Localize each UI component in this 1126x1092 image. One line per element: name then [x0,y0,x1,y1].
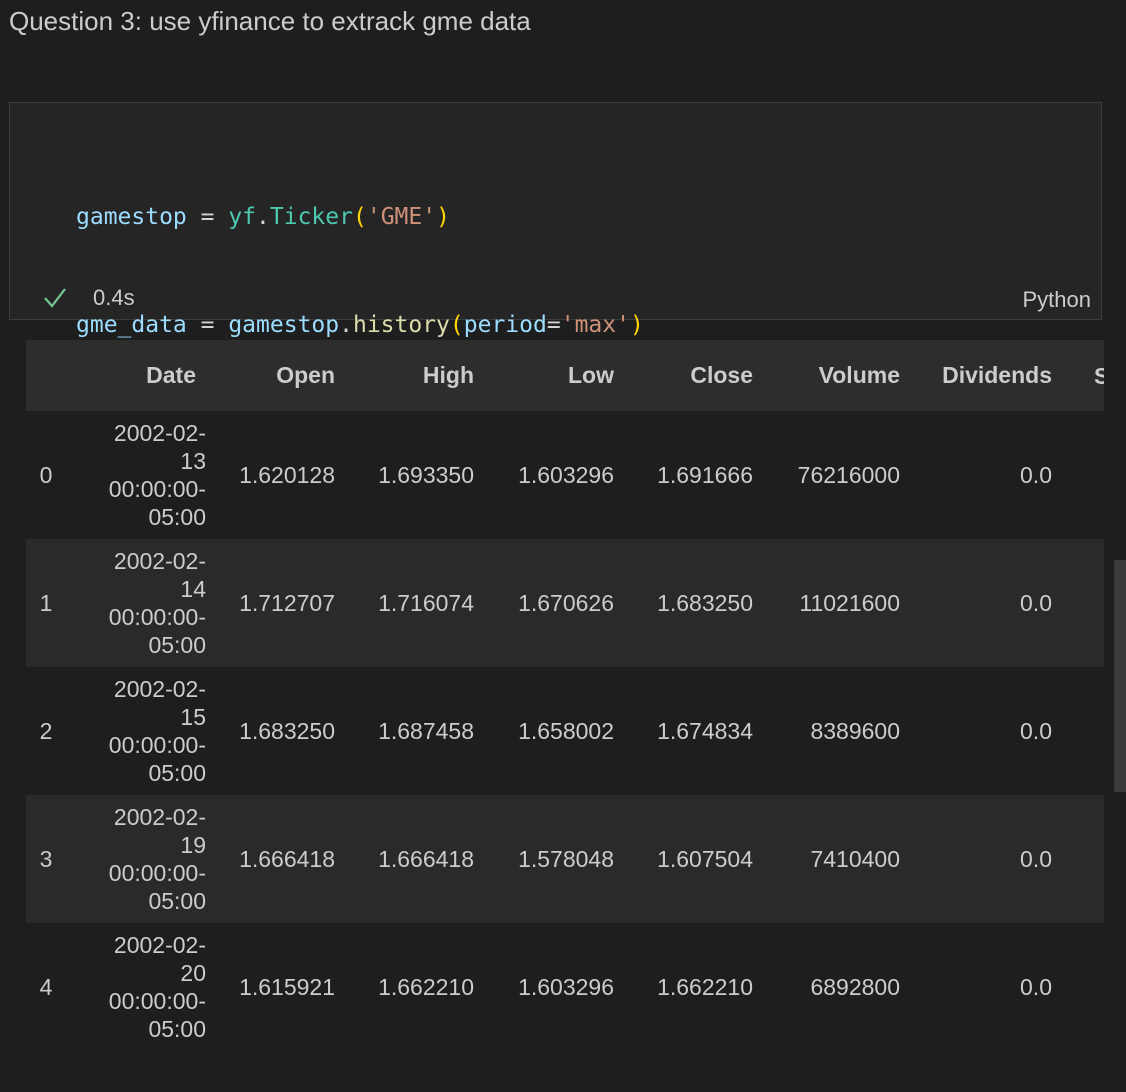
cell-low: 1.670626 [518,589,614,616]
table-row: 2 2002-02- 15 00:00:00- 05:00 1.683250 1… [26,667,1104,795]
markdown-heading: Question 3: use yfinance to extrack gme … [9,6,531,36]
row-index: 1 [39,589,53,616]
code-token: = [186,204,229,230]
code-token: history [352,312,450,338]
cell-date: 2002-02- 14 00:00:00- 05:00 [108,548,206,658]
check-icon [44,288,66,308]
cell-low: 1.603296 [518,461,614,488]
cell-volume: 6892800 [810,973,900,1000]
cell-open: 1.620128 [239,461,335,488]
cell-stock-splits [1062,667,1104,795]
cell-close: 1.607504 [657,845,753,872]
code-token: = [186,312,229,338]
code-token: gamestop [76,204,187,230]
cell-high: 1.666418 [378,845,474,872]
output-scrollbar[interactable] [1114,560,1126,792]
cell-open: 1.683250 [239,717,335,744]
cell-open: 1.712707 [239,589,335,616]
code-token: . [256,204,270,230]
cell-close: 1.691666 [657,461,753,488]
cell-volume: 7410400 [810,845,900,872]
code-line-1: gamestop = yf.Ticker('GME') [76,199,644,235]
dataframe-table: Date Open High Low Close Volume Dividend… [26,340,1104,1051]
code-token: Ticker [269,204,353,230]
cell-stock-splits [1062,539,1104,667]
column-header-date: Date [146,362,196,388]
cell-low: 1.658002 [518,717,614,744]
cell-volume: 76216000 [797,461,900,488]
code-token: period [463,312,547,338]
row-index: 0 [39,461,53,488]
code-token: gamestop [228,312,340,338]
column-header-index [26,340,66,411]
code-token: ) [436,204,450,230]
cell-status-bar: 0.4s Python [10,281,1101,315]
row-index: 2 [39,717,53,744]
code-token: = [546,312,561,338]
cell-stock-splits [1062,923,1104,1051]
code-token: yf [228,204,257,230]
cell-dividends: 0.0 [1020,845,1052,872]
code-token: gme_data [76,312,187,338]
cell-dividends: 0.0 [1020,973,1052,1000]
row-index: 4 [39,973,53,1000]
cell-high: 1.687458 [378,717,474,744]
cell-volume: 8389600 [810,717,900,744]
column-header-low: Low [568,362,614,388]
table-row: 0 2002-02- 13 00:00:00- 05:00 1.620128 1… [26,411,1104,539]
cell-dividends: 0.0 [1020,717,1052,744]
cell-low: 1.603296 [518,973,614,1000]
code-token: ) [629,312,644,338]
code-token: 'max' [560,312,630,338]
cell-close: 1.683250 [657,589,753,616]
table-row: 1 2002-02- 14 00:00:00- 05:00 1.712707 1… [26,539,1104,667]
cell-close: 1.662210 [657,973,753,1000]
column-header-high: High [422,362,474,388]
cell-date: 2002-02- 13 00:00:00- 05:00 [108,420,206,530]
cell-stock-splits [1062,411,1104,539]
row-index: 3 [39,845,53,872]
cell-low: 1.578048 [518,845,614,872]
table-row: 4 2002-02- 20 00:00:00- 05:00 1.615921 1… [26,923,1104,1051]
table-row: 3 2002-02- 19 00:00:00- 05:00 1.666418 1… [26,795,1104,923]
cell-stock-splits [1062,795,1104,923]
cell-high: 1.662210 [378,973,474,1000]
column-header-dividends: Dividends [942,362,1052,388]
cell-dividends: 0.0 [1020,461,1052,488]
cell-output: Date Open High Low Close Volume Dividend… [26,340,1104,1060]
execution-time: 0.4s [93,285,135,310]
code-cell[interactable]: gamestop = yf.Ticker('GME') gme_data = g… [9,102,1102,554]
column-header-open: Open [276,362,335,388]
cell-date: 2002-02- 20 00:00:00- 05:00 [108,932,206,1042]
code-token: ( [449,312,464,338]
cell-dividends: 0.0 [1020,589,1052,616]
cell-open: 1.615921 [239,973,335,1000]
column-header-stock-splits: Stock Splits [1094,362,1104,389]
cell-high: 1.693350 [378,461,474,488]
cell-open: 1.666418 [239,845,335,872]
cell-date: 2002-02- 19 00:00:00- 05:00 [108,804,206,914]
cell-volume: 11021600 [799,589,900,616]
column-header-volume: Volume [818,362,900,388]
table-header-row: Date Open High Low Close Volume Dividend… [26,340,1104,411]
cell-language-button[interactable]: Python [1023,287,1092,313]
column-header-close: Close [690,362,753,388]
cell-close: 1.674834 [657,717,753,744]
cell-date: 2002-02- 15 00:00:00- 05:00 [108,676,206,786]
cell-high: 1.716074 [378,589,474,616]
code-token: 'GME' [366,204,437,230]
code-token: ( [352,204,367,230]
code-token: . [339,312,353,338]
